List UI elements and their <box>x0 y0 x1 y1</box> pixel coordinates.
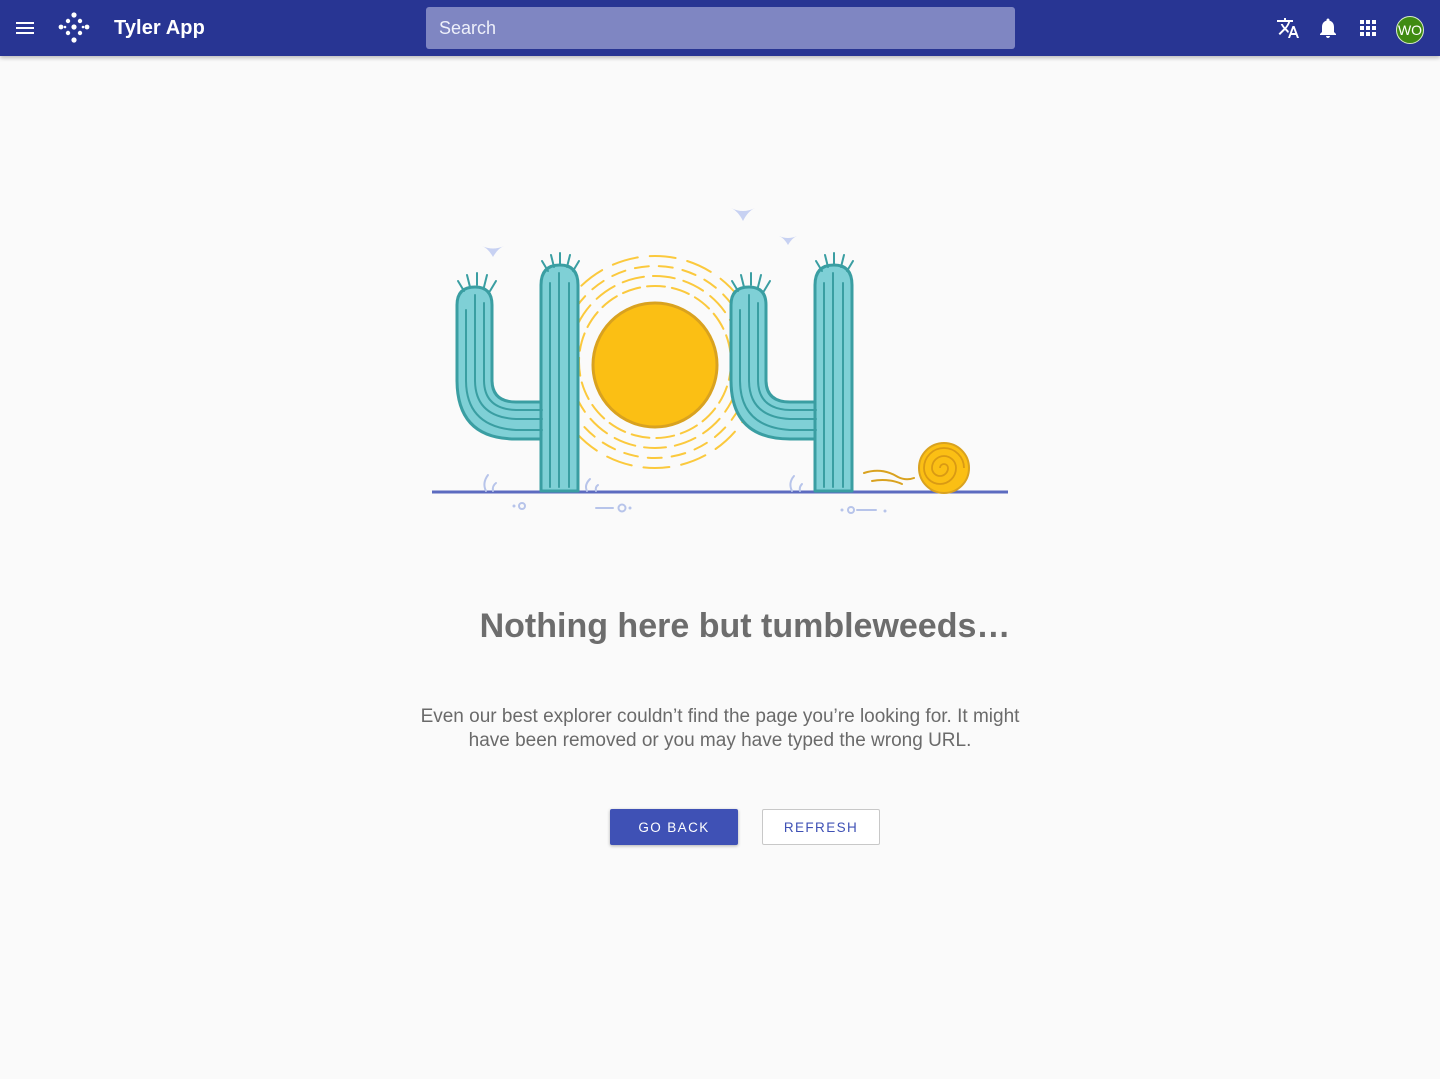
apps-grid-icon[interactable] <box>1356 16 1380 40</box>
menu-icon[interactable] <box>13 16 37 40</box>
404-cactus-illustration <box>432 208 1008 514</box>
translate-icon[interactable] <box>1276 16 1300 40</box>
tyler-logo-icon <box>58 12 90 43</box>
error-message: Even our best explorer couldn’t find the… <box>420 706 1020 751</box>
avatar[interactable]: WO <box>1396 16 1424 44</box>
bell-icon[interactable] <box>1316 16 1340 40</box>
refresh-button[interactable]: REFRESH <box>762 809 880 845</box>
app-bar: Tyler App WO <box>0 0 1440 56</box>
sun <box>591 301 719 429</box>
search-input[interactable] <box>426 7 1015 49</box>
app-title: Tyler App <box>114 17 205 39</box>
go-back-button[interactable]: GO BACK <box>610 809 738 845</box>
birds-icon <box>482 208 797 257</box>
page-title: Nothing here but tumbleweeds… <box>479 607 1011 645</box>
tumbleweed-icon <box>863 442 970 494</box>
